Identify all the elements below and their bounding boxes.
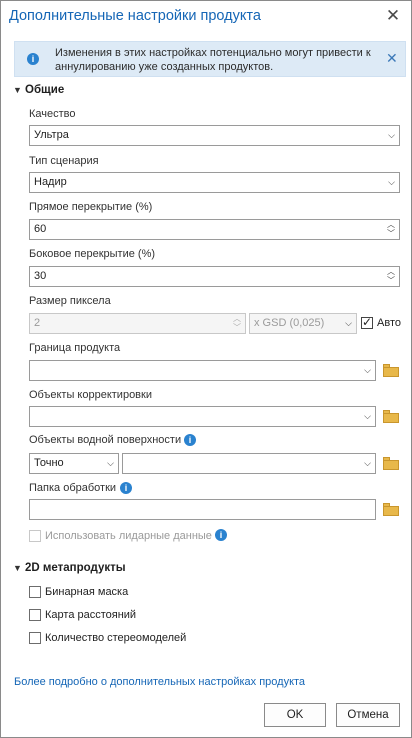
- pixel-size-input[interactable]: 2 ︿ ﹀: [29, 313, 246, 334]
- scenario-value: Надир: [34, 176, 67, 188]
- processing-folder-label: Папка обработки: [29, 482, 117, 494]
- quality-label: Качество: [29, 108, 76, 120]
- water-features-label: Объекты водной поверхности: [29, 434, 182, 446]
- banner-close-icon[interactable]: ✕: [386, 50, 398, 67]
- info-banner: i Изменения в этих настройках потенциаль…: [14, 41, 406, 77]
- info-banner-text: Изменения в этих настройках потенциально…: [55, 47, 371, 73]
- advanced-product-settings-dialog: Дополнительные настройки продукта ✕ i Из…: [0, 0, 412, 738]
- water-features-select[interactable]: ⌵: [122, 453, 376, 474]
- title-bar: Дополнительные настройки продукта ✕: [1, 1, 411, 33]
- forward-overlap-label: Прямое перекрытие (%): [29, 201, 153, 213]
- distance-map-label: Карта расстояний: [45, 609, 137, 621]
- scenario-select[interactable]: Надир ⌵: [29, 172, 400, 193]
- side-overlap-input[interactable]: 30 ︿ ﹀: [29, 266, 400, 287]
- spin-up-icon[interactable]: ︿: [386, 220, 396, 229]
- pixel-size-label: Размер пиксела: [29, 295, 111, 307]
- section-general[interactable]: ▼ Общие: [13, 84, 64, 96]
- spin-down-icon[interactable]: ﹀: [232, 323, 242, 332]
- use-lidar-label: Использовать лидарные данные: [45, 530, 212, 542]
- use-lidar-checkbox[interactable]: [29, 530, 41, 542]
- spin-up-icon[interactable]: ︿: [386, 267, 396, 276]
- chevron-down-icon: ⌵: [364, 365, 371, 375]
- stereo-model-count-label: Количество стереомоделей: [45, 632, 187, 644]
- processing-folder-input[interactable]: [29, 499, 376, 520]
- pixel-size-value: 2: [34, 317, 41, 329]
- binary-mask-checkbox[interactable]: [29, 586, 41, 598]
- section-metaproducts[interactable]: ▼ 2D метапродукты: [13, 562, 126, 574]
- chevron-down-icon: ⌵: [388, 130, 395, 140]
- chevron-down-icon: ⌵: [388, 177, 395, 187]
- stereo-model-count-checkbox[interactable]: [29, 632, 41, 644]
- forward-overlap-spinner[interactable]: ︿ ﹀: [386, 220, 396, 239]
- correction-features-label: Объекты корректировки: [29, 389, 152, 401]
- side-overlap-label: Боковое перекрытие (%): [29, 248, 156, 260]
- pixel-size-unit-value: x GSD (0,025): [254, 317, 325, 329]
- water-features-mode-value: Точно: [34, 457, 64, 469]
- folder-open-icon[interactable]: [382, 503, 400, 517]
- chevron-down-icon: ▼: [13, 85, 22, 95]
- learn-more-link[interactable]: Более подробно о дополнительных настройк…: [14, 676, 305, 688]
- forward-overlap-input[interactable]: 60 ︿ ﹀: [29, 219, 400, 240]
- distance-map-checkbox[interactable]: [29, 609, 41, 621]
- forward-overlap-value: 60: [34, 223, 47, 235]
- section-metaproducts-label: 2D метапродукты: [25, 562, 126, 574]
- correction-features-select[interactable]: ⌵: [29, 406, 376, 427]
- ok-button[interactable]: OK: [264, 703, 326, 727]
- pixel-size-auto-label: Авто: [377, 317, 401, 329]
- info-icon[interactable]: i: [215, 529, 227, 541]
- info-icon: i: [27, 53, 39, 65]
- quality-select[interactable]: Ультра ⌵: [29, 125, 400, 146]
- quality-value: Ультра: [34, 129, 69, 141]
- spin-up-icon[interactable]: ︿: [232, 314, 242, 323]
- side-overlap-spinner[interactable]: ︿ ﹀: [386, 267, 396, 286]
- chevron-down-icon: ⌵: [364, 411, 371, 421]
- info-icon[interactable]: i: [184, 434, 196, 446]
- pixel-size-unit-select[interactable]: x GSD (0,025) ⌵: [249, 313, 357, 334]
- spin-down-icon[interactable]: ﹀: [386, 276, 396, 285]
- chevron-down-icon: ▼: [13, 563, 22, 573]
- scenario-label: Тип сценария: [29, 155, 99, 167]
- side-overlap-value: 30: [34, 270, 47, 282]
- folder-open-icon[interactable]: [382, 410, 400, 424]
- binary-mask-label: Бинарная маска: [45, 586, 129, 598]
- chevron-down-icon: ⌵: [345, 318, 352, 328]
- product-boundary-select[interactable]: ⌵: [29, 360, 376, 381]
- section-general-label: Общие: [25, 84, 65, 96]
- product-boundary-label: Граница продукта: [29, 342, 121, 354]
- close-icon[interactable]: ✕: [381, 4, 405, 28]
- cancel-button[interactable]: Отмена: [336, 703, 400, 727]
- pixel-size-spinner[interactable]: ︿ ﹀: [232, 314, 242, 333]
- pixel-size-auto-checkbox[interactable]: [361, 315, 373, 329]
- spin-down-icon[interactable]: ﹀: [386, 229, 396, 238]
- chevron-down-icon: ⌵: [107, 458, 114, 468]
- folder-open-icon[interactable]: [382, 364, 400, 378]
- chevron-down-icon: ⌵: [364, 458, 371, 468]
- water-features-mode-select[interactable]: Точно ⌵: [29, 453, 119, 474]
- dialog-title: Дополнительные настройки продукта: [9, 8, 261, 24]
- info-icon[interactable]: i: [120, 482, 132, 494]
- folder-open-icon[interactable]: [382, 457, 400, 471]
